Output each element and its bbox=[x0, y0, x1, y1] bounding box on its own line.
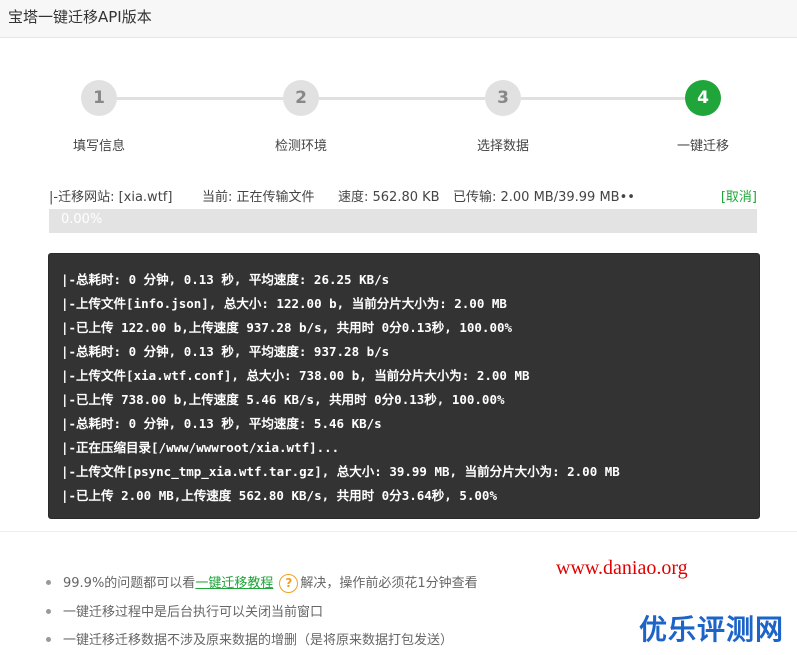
step-2-number: 2 bbox=[283, 80, 319, 116]
tip-item: 一键迁移过程中是后台执行可以关闭当前窗口 bbox=[46, 601, 323, 620]
step-1-number: 1 bbox=[81, 80, 117, 116]
tip-3-text: 一键迁移迁移数据不涉及原来数据的增删（是将原来数据打包发送） bbox=[63, 633, 454, 648]
status-speed: 速度: 562.80 KB bbox=[338, 190, 440, 205]
progress-text: 0.00% bbox=[61, 212, 103, 227]
step-3-number: 3 bbox=[485, 80, 521, 116]
log-line: |-已上传 738.00 b,上传速度 5.46 KB/s, 共用时 0分0.1… bbox=[61, 392, 505, 407]
section-divider bbox=[0, 531, 797, 532]
step-connector bbox=[319, 97, 485, 100]
log-line: |-总耗时: 0 分钟, 0.13 秒, 平均速度: 937.28 b/s bbox=[61, 344, 390, 359]
tip-1-prefix: 99.9%的问题都可以看 bbox=[63, 576, 196, 591]
status-current: 当前: 正在传输文件 bbox=[202, 190, 315, 205]
window-titlebar: 宝塔一键迁移API版本 bbox=[0, 0, 797, 38]
watermark-brand: 优乐评测网 bbox=[639, 613, 785, 646]
bullet-icon bbox=[46, 609, 51, 614]
step-4-number: 4 bbox=[685, 80, 721, 116]
log-line: |-上传文件[xia.wtf.conf], 总大小: 738.00 b, 当前分… bbox=[61, 368, 530, 383]
progress-bar: 0.00% bbox=[49, 209, 757, 233]
help-question-icon[interactable]: ? bbox=[279, 574, 299, 593]
step-connector bbox=[117, 97, 283, 100]
status-transferred: 已传输: 2.00 MB/39.99 MB•• bbox=[453, 190, 635, 205]
log-line: |-上传文件[psync_tmp_xia.wtf.tar.gz], 总大小: 3… bbox=[61, 464, 620, 479]
tip-1-suffix: 解决，操作前必须花1分钟查看 bbox=[300, 576, 478, 591]
tip-item: 99.9%的问题都可以看一键迁移教程? 解决，操作前必须花1分钟查看 bbox=[46, 572, 478, 593]
step-4-label: 一键迁移 bbox=[676, 139, 729, 154]
log-line: |-已上传 2.00 MB,上传速度 562.80 KB/s, 共用时 0分3.… bbox=[61, 488, 497, 503]
step-3-label: 选择数据 bbox=[476, 139, 529, 154]
log-line: |-正在压缩目录[/www/wwwroot/xia.wtf]... bbox=[61, 440, 340, 455]
window-title: 宝塔一键迁移API版本 bbox=[8, 8, 152, 26]
step-indicator: 1 2 3 4 填写信息 检测环境 选择数据 一键迁移 bbox=[0, 78, 797, 158]
status-site: |-迁移网站: [xia.wtf] bbox=[49, 190, 173, 205]
log-line: |-总耗时: 0 分钟, 0.13 秒, 平均速度: 5.46 KB/s bbox=[61, 416, 382, 431]
tip-2-text: 一键迁移过程中是后台执行可以关闭当前窗口 bbox=[63, 605, 324, 620]
log-line: |-上传文件[info.json], 总大小: 122.00 b, 当前分片大小… bbox=[61, 296, 507, 311]
step-connector bbox=[521, 97, 687, 100]
tip-item: 一键迁移迁移数据不涉及原来数据的增删（是将原来数据打包发送） bbox=[46, 629, 453, 648]
bullet-icon bbox=[46, 637, 51, 642]
step-1-label: 填写信息 bbox=[72, 139, 125, 154]
step-2-label: 检测环境 bbox=[274, 139, 327, 154]
migration-log: |-总耗时: 0 分钟, 0.13 秒, 平均速度: 26.25 KB/s |-… bbox=[48, 253, 760, 519]
cancel-link[interactable]: [取消] bbox=[721, 186, 757, 205]
log-line: |-总耗时: 0 分钟, 0.13 秒, 平均速度: 26.25 KB/s bbox=[61, 272, 390, 287]
watermark-url: www.daniao.org bbox=[556, 557, 688, 579]
migration-status-line: |-迁移网站: [xia.wtf] 当前: 正在传输文件 速度: 562.80 … bbox=[49, 186, 757, 205]
bullet-icon bbox=[46, 580, 51, 585]
log-line: |-已上传 122.00 b,上传速度 937.28 b/s, 共用时 0分0.… bbox=[61, 320, 513, 335]
tutorial-link[interactable]: 一键迁移教程 bbox=[195, 576, 273, 591]
